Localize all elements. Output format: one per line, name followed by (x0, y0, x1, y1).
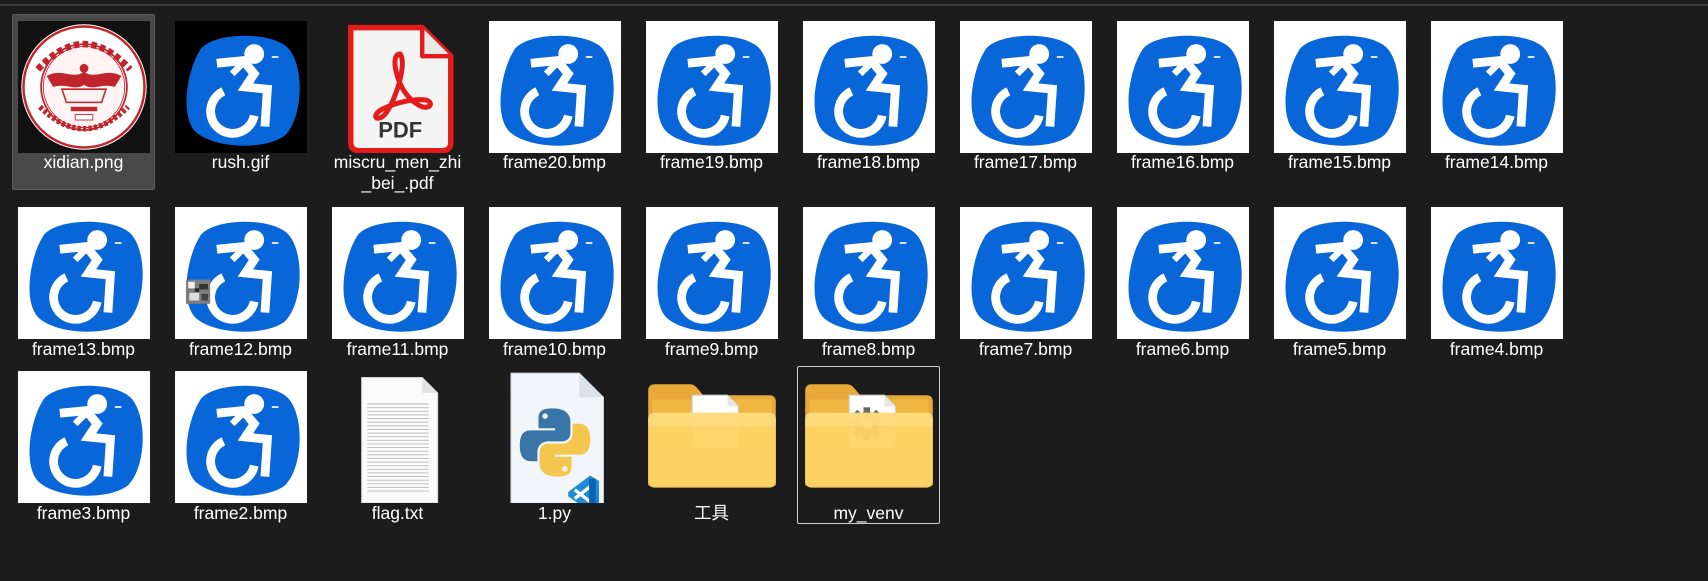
file-item-frame20-bmp[interactable]: frame20.bmp (483, 14, 626, 190)
pdf-file-icon: PDF (332, 21, 464, 154)
file-explorer-view: xidian.png rush.gif PDF miscru_men_zhi_b… (0, 0, 1708, 581)
folder-settings-icon (803, 371, 935, 503)
file-item-frame10-bmp[interactable]: frame10.bmp (483, 202, 626, 362)
file-item-frame3-bmp[interactable]: frame3.bmp (12, 366, 155, 524)
file-name-label: frame9.bmp (664, 339, 759, 359)
file-name-label: frame17.bmp (973, 152, 1078, 172)
file-name-label: rush.gif (211, 152, 270, 172)
file-item-frame17-bmp[interactable]: frame17.bmp (954, 14, 1097, 190)
file-name-label: frame15.bmp (1287, 152, 1392, 172)
file-name-label: frame13.bmp (31, 339, 136, 359)
file-name-label: frame2.bmp (193, 503, 288, 523)
wheelchair-thumbnail (959, 207, 1092, 339)
file-item-frame5-bmp[interactable]: frame5.bmp (1268, 202, 1411, 362)
file-name-label: frame8.bmp (821, 339, 916, 359)
file-item-frame19-bmp[interactable]: frame19.bmp (640, 14, 783, 190)
python-file-icon (489, 371, 621, 513)
file-item-frame2-bmp[interactable]: frame2.bmp (169, 366, 312, 524)
wheelchair-thumbnail (174, 371, 307, 503)
file-grid: xidian.png rush.gif PDF miscru_men_zhi_b… (0, 0, 1708, 581)
file-name-label: frame11.bmp (346, 339, 449, 359)
file-name-label: frame10.bmp (502, 339, 607, 359)
wheelchair-thumbnail (1116, 21, 1249, 153)
wheelchair-thumbnail (802, 21, 935, 153)
folder-icon (646, 371, 778, 503)
file-name-label: flag.txt (371, 503, 424, 523)
file-item-frame18-bmp[interactable]: frame18.bmp (797, 14, 940, 190)
file-item-frame6-bmp[interactable]: frame6.bmp (1111, 202, 1254, 362)
wheelchair-thumbnail (17, 207, 150, 339)
file-name-label: 工具 (694, 503, 729, 523)
wheelchair-thumbnail (1430, 21, 1563, 153)
xidian-logo-thumbnail (17, 21, 150, 153)
file-item-xidian-png[interactable]: xidian.png (12, 14, 155, 190)
file-name-label: frame6.bmp (1135, 339, 1230, 359)
file-item-rush-gif[interactable]: rush.gif (169, 14, 312, 190)
file-item-frame15-bmp[interactable]: frame15.bmp (1268, 14, 1411, 190)
file-item-frame7-bmp[interactable]: frame7.bmp (954, 202, 1097, 362)
wheelchair-thumbnail (331, 207, 464, 339)
wheelchair-thumbnail (174, 207, 307, 339)
file-item-frame4-bmp[interactable]: frame4.bmp (1425, 202, 1568, 362)
wheelchair-thumbnail (488, 21, 621, 153)
wheelchair-thumbnail (1430, 207, 1563, 339)
wheelchair-thumbnail (174, 21, 307, 153)
wheelchair-thumbnail (1116, 207, 1249, 339)
wheelchair-thumbnail (17, 371, 150, 503)
wheelchair-thumbnail (488, 207, 621, 339)
file-name-label: frame3.bmp (36, 503, 131, 523)
file-item-miscru-men-zhi-bei-pdf[interactable]: PDF miscru_men_zhi_bei_.pdf (326, 14, 469, 193)
text-file-icon (332, 371, 464, 504)
file-name-label: xidian.png (43, 152, 124, 172)
wheelchair-thumbnail (959, 21, 1092, 153)
file-item-my-venv[interactable]: my_venv (797, 366, 940, 524)
file-name-label: miscru_men_zhi_bei_.pdf (333, 152, 462, 193)
file-item-1-py[interactable]: 1.py (483, 366, 626, 524)
svg-text:PDF: PDF (378, 118, 422, 143)
wheelchair-thumbnail (645, 21, 778, 153)
file-name-label: frame14.bmp (1444, 152, 1549, 172)
file-name-label: my_venv (833, 503, 904, 523)
wheelchair-thumbnail (645, 207, 778, 339)
file-item-flag-txt[interactable]: flag.txt (326, 366, 469, 524)
file-item-frame14-bmp[interactable]: frame14.bmp (1425, 14, 1568, 190)
file-name-label: 1.py (537, 503, 572, 523)
wheelchair-thumbnail (1273, 21, 1406, 153)
file-item-frame13-bmp[interactable]: frame13.bmp (12, 202, 155, 362)
file-name-label: frame4.bmp (1449, 339, 1544, 359)
file-item-frame8-bmp[interactable]: frame8.bmp (797, 202, 940, 362)
file-name-label: frame5.bmp (1292, 339, 1387, 359)
file-name-label: frame18.bmp (816, 152, 921, 172)
file-item-frame16-bmp[interactable]: frame16.bmp (1111, 14, 1254, 190)
file-item-frame9-bmp[interactable]: frame9.bmp (640, 202, 783, 362)
file-name-label: frame20.bmp (502, 152, 607, 172)
file-name-label: frame16.bmp (1130, 152, 1235, 172)
file-name-label: frame12.bmp (188, 339, 293, 359)
file-name-label: frame19.bmp (659, 152, 764, 172)
file-name-label: frame7.bmp (978, 339, 1073, 359)
wheelchair-thumbnail (802, 207, 935, 339)
file-item-item-24[interactable]: 工具 (640, 366, 783, 524)
file-item-frame12-bmp[interactable]: frame12.bmp (169, 202, 312, 362)
wheelchair-thumbnail (1273, 207, 1406, 339)
file-item-frame11-bmp[interactable]: frame11.bmp (326, 202, 469, 362)
